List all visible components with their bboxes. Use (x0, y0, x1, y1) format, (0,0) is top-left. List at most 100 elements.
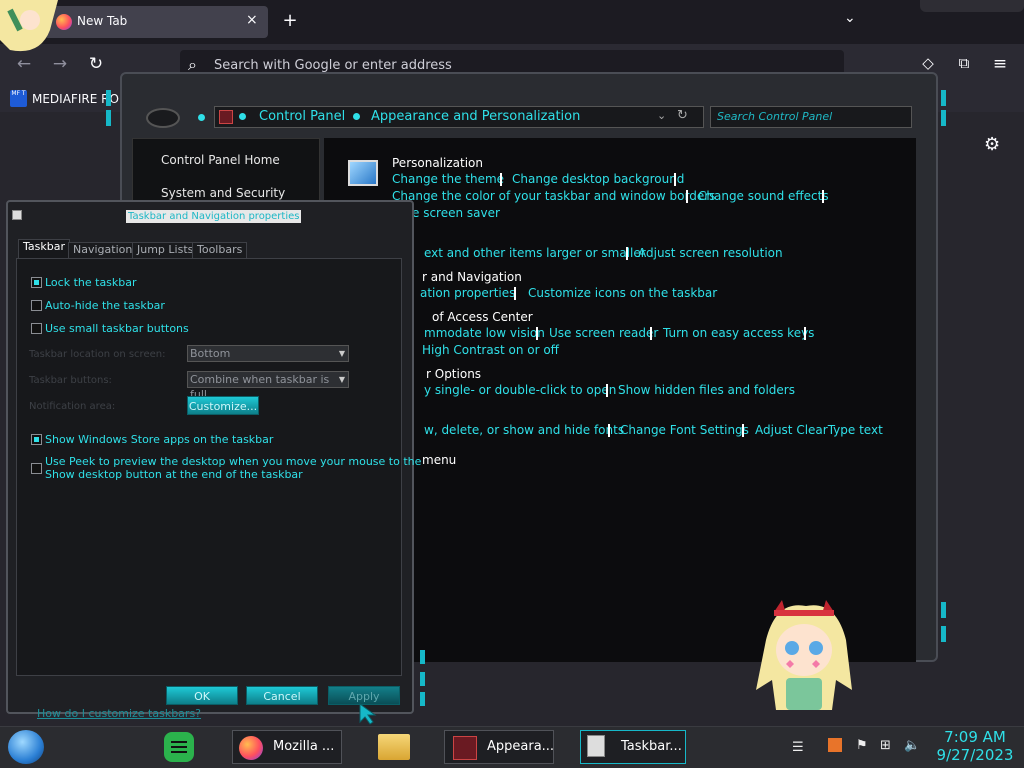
auto-hide-checkbox[interactable] (31, 300, 42, 311)
peek-checkbox[interactable] (31, 463, 42, 474)
tab-new-tab[interactable]: New Tab × (44, 6, 268, 38)
link[interactable]: ation properties (420, 286, 515, 300)
control-panel-address-bar[interactable]: Control Panel Appearance and Personaliza… (214, 106, 704, 128)
window-frame-corner (920, 0, 1024, 12)
link[interactable]: High Contrast on or off (422, 343, 559, 357)
new-tab-button[interactable]: + (280, 10, 300, 31)
link[interactable]: Use screen reader (549, 326, 658, 340)
close-tab-icon[interactable]: × (246, 12, 258, 28)
forward-icon[interactable]: → (48, 54, 72, 74)
section-heading[interactable]: r Options (426, 367, 481, 381)
clock[interactable]: 7:09 AM 9/27/2023 (932, 728, 1018, 764)
section-heading[interactable]: of Access Center (432, 310, 533, 324)
network-icon[interactable]: ⊞ (880, 738, 891, 753)
taskbar-item-firefox[interactable]: Mozilla ... (232, 730, 342, 764)
link[interactable]: y single- or double-click to open (424, 383, 616, 397)
reload-icon[interactable]: ↻ (84, 54, 108, 74)
tab-toolbars[interactable]: Toolbars (192, 242, 248, 258)
option-label[interactable]: Use Peek to preview the desktop when you… (45, 455, 421, 468)
breadcrumb-control-panel[interactable]: Control Panel (259, 109, 345, 124)
chevron-down-icon[interactable]: ⌄ (657, 109, 666, 122)
small-buttons-checkbox[interactable] (31, 323, 42, 334)
refresh-icon[interactable]: ↻ (677, 108, 688, 123)
lock-taskbar-checkbox[interactable] (31, 277, 42, 288)
link[interactable]: w, delete, or show and hide fonts (424, 423, 624, 437)
link[interactable]: Turn on easy access keys (663, 326, 814, 340)
tray-overflow-icon[interactable]: ☰ (792, 740, 804, 755)
file-explorer-icon[interactable] (378, 734, 410, 760)
link[interactable]: Change the theme (392, 172, 504, 186)
customize-button[interactable]: Customize... (187, 396, 259, 415)
tab-jump-lists[interactable]: Jump Lists (132, 242, 199, 258)
pocket-icon[interactable]: ◇ (916, 54, 940, 72)
volume-icon[interactable]: 🔈 (904, 738, 920, 753)
frame-accent (420, 692, 425, 706)
option-label[interactable]: Show Windows Store apps on the taskbar (45, 433, 273, 446)
link[interactable]: Adjust screen resolution (638, 246, 783, 260)
tab-taskbar[interactable]: Taskbar (18, 239, 70, 259)
option-label[interactable]: Lock the taskbar (45, 276, 137, 289)
taskbar-item-taskbar-properties[interactable]: Taskbar... (580, 730, 686, 764)
separator (500, 173, 502, 186)
separator (606, 384, 608, 397)
mouse-cursor-icon (359, 703, 377, 725)
taskbar-item-label: Appeara... (487, 739, 555, 754)
link[interactable]: e screen saver (412, 206, 500, 220)
taskbar-item-control-panel[interactable]: Appeara... (444, 730, 554, 764)
separator (674, 173, 676, 186)
link[interactable]: Change Font Settings (620, 423, 749, 437)
separator (514, 287, 516, 300)
back-icon[interactable]: ← (12, 54, 36, 74)
sidebar-item-security[interactable]: System and Security (161, 186, 285, 200)
breadcrumb-separator (353, 113, 360, 120)
link[interactable]: mmodate low vision (424, 326, 545, 340)
buttons-select[interactable]: Combine when taskbar is full ▼ (187, 371, 349, 401)
mediafire-favicon: MF T (10, 90, 27, 107)
section-heading[interactable]: menu (422, 453, 456, 467)
ok-button[interactable]: OK (166, 686, 238, 705)
link[interactable]: Change desktop background (512, 172, 684, 186)
separator (804, 327, 806, 340)
chevron-down-icon[interactable]: ⌄ (844, 10, 856, 26)
section-heading[interactable]: r and Navigation (422, 270, 522, 284)
gear-icon[interactable]: ⚙ (984, 134, 1000, 155)
nav-orb-icon[interactable] (146, 108, 180, 128)
cancel-button[interactable]: Cancel (246, 686, 318, 705)
link[interactable]: Change the color of your taskbar and win… (392, 189, 715, 203)
app-tray-icon[interactable] (828, 738, 842, 752)
search-input[interactable] (717, 110, 897, 123)
menu-icon[interactable]: ≡ (988, 54, 1012, 74)
link[interactable]: Customize icons on the taskbar (528, 286, 717, 300)
personalization-icon (348, 160, 378, 186)
notes-app-icon[interactable] (164, 732, 194, 762)
sidebar-item-home[interactable]: Control Panel Home (161, 153, 280, 167)
link[interactable]: Show hidden files and folders (618, 383, 795, 397)
location-select[interactable]: Bottom ▼ (187, 345, 349, 362)
store-apps-checkbox[interactable] (31, 434, 42, 445)
frame-accent (941, 626, 946, 642)
notification-label: Notification area: (29, 401, 116, 412)
link[interactable]: Adjust ClearType text (755, 423, 883, 437)
firefox-icon (56, 14, 72, 30)
separator (608, 424, 610, 437)
help-link[interactable]: How do I customize taskbars? (37, 707, 201, 720)
frame-accent (106, 90, 111, 106)
tab-navigation[interactable]: Navigation (68, 242, 138, 258)
flag-icon[interactable]: ⚑ (856, 738, 868, 753)
character-sticker-icon (756, 600, 852, 710)
location-value: Bottom (190, 347, 231, 360)
option-label[interactable]: Show desktop button at the end of the ta… (45, 468, 303, 481)
link[interactable]: ext and other items larger or smaller (424, 246, 646, 260)
breadcrumb-appearance[interactable]: Appearance and Personalization (371, 109, 580, 124)
separator (742, 424, 744, 437)
section-heading[interactable]: Personalization (392, 156, 483, 170)
start-orb-icon[interactable] (8, 730, 44, 764)
control-panel-search[interactable] (710, 106, 912, 128)
recent-pages-icon[interactable] (198, 114, 205, 121)
firefox-icon (239, 736, 263, 760)
chevron-down-icon: ▼ (338, 375, 345, 384)
link[interactable]: Change sound effects (698, 189, 829, 203)
option-label[interactable]: Use small taskbar buttons (45, 322, 189, 335)
option-label[interactable]: Auto-hide the taskbar (45, 299, 165, 312)
extensions-icon[interactable]: ⧉ (952, 54, 976, 72)
